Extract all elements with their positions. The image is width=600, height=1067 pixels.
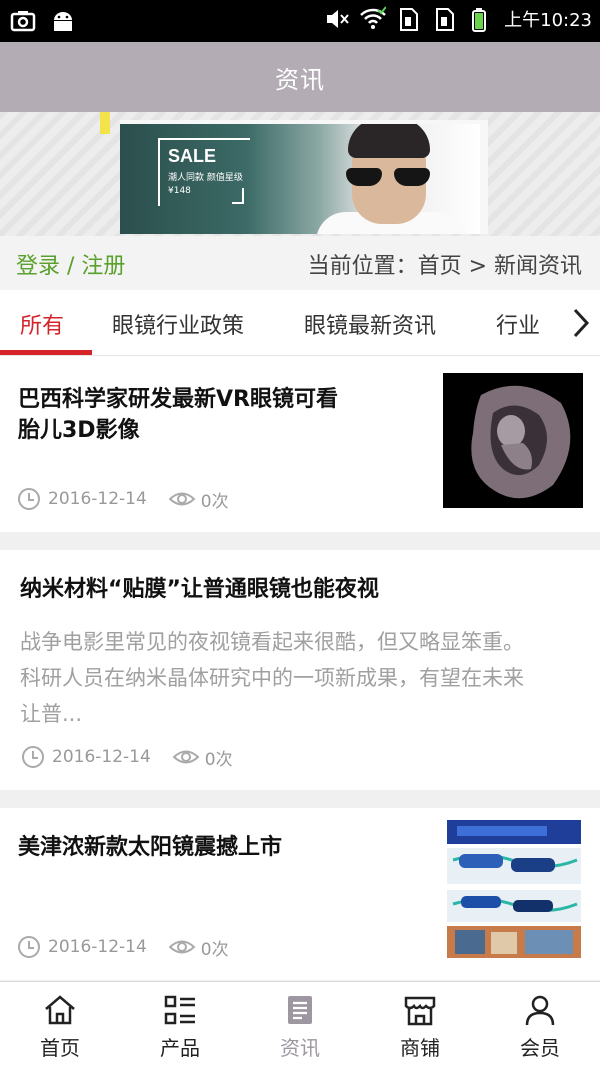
article-meta: 2016-12-14 0次 (16, 934, 229, 960)
category-tabs: 所有 眼镜行业政策 眼镜最新资讯 行业 (0, 290, 600, 356)
sale-label: SALE (168, 146, 217, 166)
list-icon (164, 995, 195, 1025)
breadcrumb: 当前位置：首页 > 新闻资讯 (307, 254, 582, 279)
screenshot-icon (10, 11, 36, 32)
battery-icon (472, 8, 487, 32)
home-icon (45, 995, 75, 1025)
chevron-right-icon (573, 308, 590, 338)
document-icon (288, 996, 312, 1024)
promo-banner[interactable]: SALE 潮人同款 颜值星级 ¥148 (0, 112, 600, 236)
clock-icon (18, 936, 40, 958)
nav-label: 产品 (160, 1036, 200, 1060)
nav-store[interactable]: 商铺 (360, 982, 480, 1067)
article-card[interactable]: 巴西科学家研发最新VR眼镜可看 胎儿3D影像 2016-12-14 0次 (0, 356, 600, 532)
tab-latest-news[interactable]: 眼镜最新资讯 (304, 308, 436, 340)
sim1-icon (400, 8, 419, 31)
clock-icon (18, 488, 40, 510)
article-views: 0次 (200, 491, 229, 512)
sale-price: ¥148 (168, 186, 191, 196)
tabs-scroll-right[interactable] (562, 290, 600, 355)
article-date: 2016-12-14 (52, 747, 151, 767)
mute-icon (327, 10, 349, 28)
fetus-3d-image (471, 385, 571, 499)
article-title: 美津浓新款太阳镜震撼上市 (18, 835, 283, 860)
banner-accent (100, 112, 110, 134)
article-title-line: 胎儿3D影像 (18, 418, 140, 443)
store-icon (404, 996, 436, 1026)
article-thumbnail[interactable] (447, 820, 581, 958)
article-date: 2016-12-14 (48, 489, 147, 509)
bottom-nav: 首页 产品 资讯 商铺 会员 (0, 981, 600, 1067)
app-header: 资讯 (0, 42, 600, 112)
active-tab-indicator (0, 350, 92, 355)
sunglasses-ad-image (447, 820, 581, 958)
nav-label: 首页 (40, 1036, 80, 1060)
banner-image[interactable]: SALE 潮人同款 颜值星级 ¥148 (120, 124, 480, 234)
nav-news[interactable]: 资讯 (240, 982, 360, 1067)
page-title: 资讯 (275, 65, 325, 94)
sale-subtitle: 潮人同款 颜值星级 (168, 173, 243, 183)
wifi-icon (360, 6, 387, 29)
article-title: 巴西科学家研发最新VR眼镜可看 胎儿3D影像 (18, 384, 418, 446)
sunglasses-graphic (346, 168, 432, 186)
article-date: 2016-12-14 (48, 937, 147, 957)
article-summary-line: 战争电影里常见的夜视镜看起来很酷，但又略显笨重。 (20, 630, 524, 654)
article-summary-line: 让普... (20, 702, 83, 726)
eye-icon (168, 492, 195, 506)
article-card[interactable]: 美津浓新款太阳镜震撼上市 2016-12-14 0次 (0, 808, 600, 980)
article-views: 0次 (204, 749, 233, 770)
sale-frame-corner (232, 188, 244, 204)
article-thumbnail[interactable] (443, 373, 583, 508)
article-card[interactable]: 纳米材料“贴膜”让普通眼镜也能夜视 战争电影里常见的夜视镜看起来很酷，但又略显笨… (0, 550, 600, 790)
status-time: 上午10:23 (504, 10, 592, 31)
eye-icon (168, 940, 195, 954)
nav-label: 会员 (520, 1036, 560, 1060)
nav-home[interactable]: 首页 (0, 982, 120, 1067)
login-register-link[interactable]: 登录 / 注册 (16, 248, 125, 280)
nav-label: 资讯 (280, 1036, 320, 1060)
info-bar: 登录 / 注册 当前位置：首页 > 新闻资讯 (0, 236, 600, 290)
article-views: 0次 (200, 939, 229, 960)
article-meta: 2016-12-14 0次 (20, 744, 233, 770)
android-icon (54, 12, 72, 31)
clock-icon (22, 746, 44, 768)
tab-industry-policy[interactable]: 眼镜行业政策 (112, 308, 244, 340)
article-title-line: 巴西科学家研发最新VR眼镜可看 (18, 387, 338, 412)
status-bar: 上午10:23 (0, 0, 600, 42)
article-summary-line: 科研人员在纳米晶体研究中的一项新成果，有望在未来 (20, 666, 524, 690)
tab-industry[interactable]: 行业 (496, 308, 540, 340)
model-hair (348, 124, 430, 158)
user-icon (525, 995, 555, 1026)
nav-products[interactable]: 产品 (120, 982, 240, 1067)
article-title: 纳米材料“贴膜”让普通眼镜也能夜视 (20, 577, 379, 602)
banner-frame: SALE 潮人同款 颜值星级 ¥148 (120, 120, 488, 234)
tab-all[interactable]: 所有 (20, 308, 64, 340)
nav-member[interactable]: 会员 (480, 982, 600, 1067)
eye-icon (172, 750, 199, 764)
sim2-icon (436, 8, 455, 31)
article-meta: 2016-12-14 0次 (16, 486, 229, 512)
article-summary: 战争电影里常见的夜视镜看起来很酷，但又略显笨重。 科研人员在纳米晶体研究中的一项… (20, 624, 590, 732)
nav-label: 商铺 (400, 1036, 440, 1060)
